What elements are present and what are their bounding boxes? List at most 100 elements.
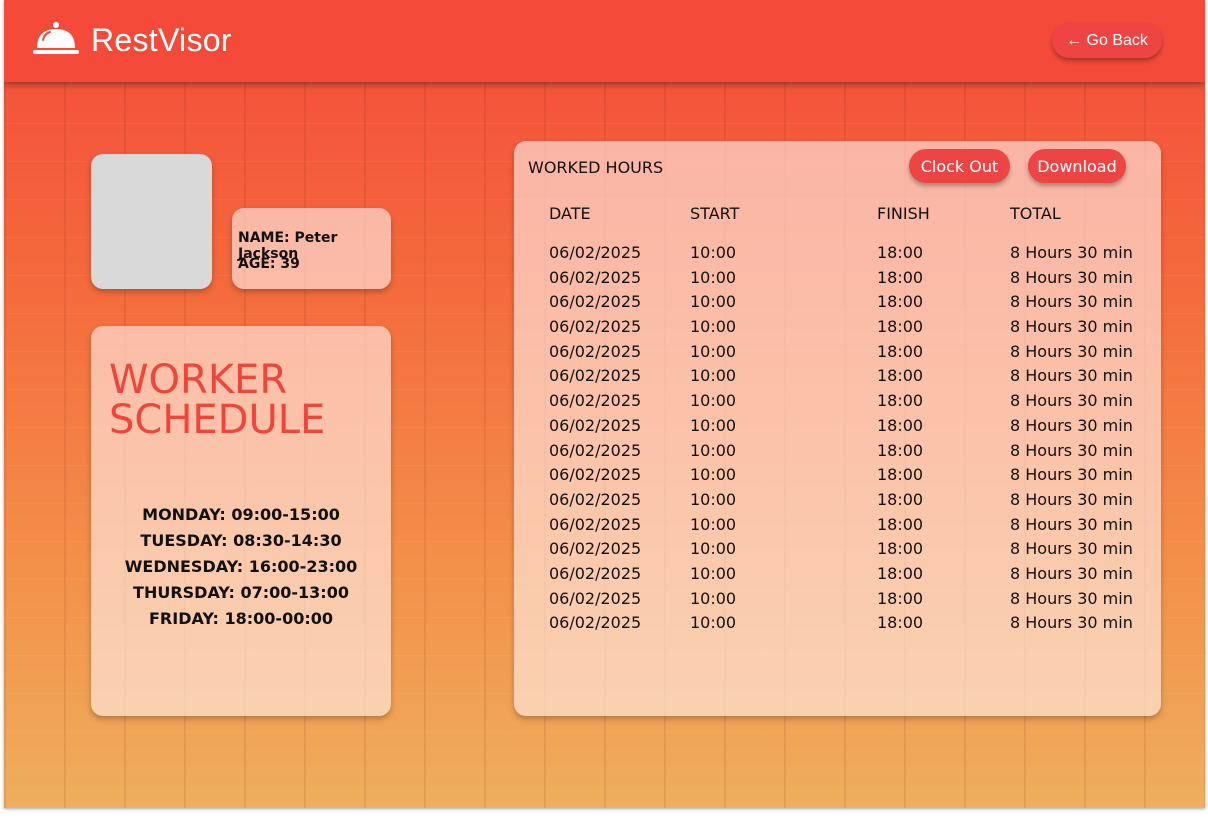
cell-date: 06/02/2025 xyxy=(549,317,642,337)
cell-date: 06/02/2025 xyxy=(549,243,642,262)
worker-age: AGE: 39 xyxy=(238,256,300,272)
cell-total: 8 Hours 30 min xyxy=(1010,391,1133,411)
cell-date: 06/02/2025 xyxy=(549,563,642,583)
cell-finish: 18:00 xyxy=(877,415,924,435)
app-frame: RestVisor ← Go Back NAME: Peter Jackson … xyxy=(4,0,1205,808)
go-back-button[interactable]: ← Go Back xyxy=(1052,23,1162,58)
avatar xyxy=(91,154,212,289)
cell-total: 8 Hours 30 min xyxy=(1010,292,1133,312)
column-header-finish: FINISH xyxy=(877,204,930,223)
cell-finish: 18:00 xyxy=(877,588,924,608)
cell-start: 10:00 xyxy=(690,391,737,411)
table-row: 06/02/2025 10:00 18:00 8 Hours 30 min xyxy=(514,490,1161,515)
table-row: 06/02/2025 10:00 18:00 8 Hours 30 min xyxy=(514,292,1161,317)
worked-hours-title: WORKED HOURS xyxy=(528,158,664,177)
cell-date: 06/02/2025 xyxy=(549,613,642,633)
cell-finish: 18:00 xyxy=(877,366,924,386)
cell-finish: 18:00 xyxy=(877,317,924,337)
cell-start: 10:00 xyxy=(690,267,737,287)
cell-date: 06/02/2025 xyxy=(549,539,642,559)
table-row: 06/02/2025 10:00 18:00 8 Hours 30 min xyxy=(514,268,1161,293)
cell-total: 8 Hours 30 min xyxy=(1010,341,1133,361)
cell-total: 8 Hours 30 min xyxy=(1010,415,1133,435)
cell-finish: 18:00 xyxy=(877,243,924,262)
cell-start: 10:00 xyxy=(690,489,737,509)
cell-start: 10:00 xyxy=(690,366,737,386)
cell-total: 8 Hours 30 min xyxy=(1010,613,1133,633)
table-row: 06/02/2025 10:00 18:00 8 Hours 30 min xyxy=(514,465,1161,490)
cell-finish: 18:00 xyxy=(877,267,924,287)
schedule-item: TUESDAY: 08:30-14:30 xyxy=(140,531,342,550)
cell-total: 8 Hours 30 min xyxy=(1010,539,1133,559)
cell-finish: 18:00 xyxy=(877,613,924,633)
cell-start: 10:00 xyxy=(690,588,737,608)
table-row: 06/02/2025 10:00 18:00 8 Hours 30 min xyxy=(514,416,1161,441)
cell-total: 8 Hours 30 min xyxy=(1010,489,1133,509)
cell-date: 06/02/2025 xyxy=(549,292,642,312)
schedule-item: WEDNESDAY: 16:00-23:00 xyxy=(124,557,358,576)
schedule-title: WORKER SCHEDULE xyxy=(109,360,369,440)
cell-date: 06/02/2025 xyxy=(549,489,642,509)
table-row: 06/02/2025 10:00 18:00 8 Hours 30 min xyxy=(514,539,1161,564)
cloche-icon xyxy=(33,22,79,54)
cell-start: 10:00 xyxy=(690,514,737,534)
table-row: 06/02/2025 10:00 18:00 8 Hours 30 min xyxy=(514,391,1161,416)
worker-schedule-card: WORKER SCHEDULE MONDAY: 09:00-15:00 TUES… xyxy=(91,326,391,716)
cell-start: 10:00 xyxy=(690,539,737,559)
download-button[interactable]: Download xyxy=(1028,149,1126,183)
cell-finish: 18:00 xyxy=(877,489,924,509)
table-row: 06/02/2025 10:00 18:00 8 Hours 30 min xyxy=(514,317,1161,342)
table-row: 06/02/2025 10:00 18:00 8 Hours 30 min xyxy=(514,366,1161,391)
top-header: RestVisor ← Go Back xyxy=(4,0,1205,82)
cell-start: 10:00 xyxy=(690,613,737,633)
cell-total: 8 Hours 30 min xyxy=(1010,366,1133,386)
cell-finish: 18:00 xyxy=(877,514,924,534)
worked-hours-card: WORKED HOURS Clock Out Download DATE STA… xyxy=(514,141,1161,716)
cell-date: 06/02/2025 xyxy=(549,391,642,411)
cell-date: 06/02/2025 xyxy=(549,465,642,485)
schedule-list: MONDAY: 09:00-15:00 TUESDAY: 08:30-14:30… xyxy=(91,502,391,632)
app-brand: RestVisor xyxy=(91,22,232,58)
table-row: 06/02/2025 10:00 18:00 8 Hours 30 min xyxy=(514,515,1161,540)
table-row: 06/02/2025 10:00 18:00 8 Hours 30 min xyxy=(514,613,1161,638)
cell-date: 06/02/2025 xyxy=(549,588,642,608)
clock-out-button[interactable]: Clock Out xyxy=(909,149,1010,183)
cell-start: 10:00 xyxy=(690,465,737,485)
cell-finish: 18:00 xyxy=(877,391,924,411)
cell-start: 10:00 xyxy=(690,317,737,337)
cell-date: 06/02/2025 xyxy=(549,366,642,386)
cell-finish: 18:00 xyxy=(877,563,924,583)
table-row: 06/02/2025 10:00 18:00 8 Hours 30 min xyxy=(514,564,1161,589)
schedule-title-line-1: WORKER xyxy=(109,357,288,403)
table-row: 06/02/2025 10:00 18:00 8 Hours 30 min xyxy=(514,441,1161,466)
table-row: 06/02/2025 10:00 18:00 8 Hours 30 min xyxy=(514,342,1161,367)
cell-start: 10:00 xyxy=(690,243,737,262)
table-row: 06/02/2025 10:00 18:00 8 Hours 30 min xyxy=(514,589,1161,614)
cell-total: 8 Hours 30 min xyxy=(1010,465,1133,485)
cell-total: 8 Hours 30 min xyxy=(1010,440,1133,460)
cell-finish: 18:00 xyxy=(877,539,924,559)
cell-finish: 18:00 xyxy=(877,440,924,460)
column-header-date: DATE xyxy=(549,204,591,223)
table-row: 06/02/2025 10:00 18:00 8 Hours 30 min xyxy=(514,243,1161,268)
cell-date: 06/02/2025 xyxy=(549,341,642,361)
cell-total: 8 Hours 30 min xyxy=(1010,267,1133,287)
schedule-title-line-2: SCHEDULE xyxy=(109,397,326,443)
cell-finish: 18:00 xyxy=(877,465,924,485)
cell-start: 10:00 xyxy=(690,415,737,435)
cell-start: 10:00 xyxy=(690,292,737,312)
cell-start: 10:00 xyxy=(690,440,737,460)
cell-start: 10:00 xyxy=(690,563,737,583)
cell-total: 8 Hours 30 min xyxy=(1010,243,1133,262)
cell-finish: 18:00 xyxy=(877,341,924,361)
cell-total: 8 Hours 30 min xyxy=(1010,514,1133,534)
cell-date: 06/02/2025 xyxy=(549,415,642,435)
cell-date: 06/02/2025 xyxy=(549,267,642,287)
cell-total: 8 Hours 30 min xyxy=(1010,317,1133,337)
worked-hours-table: 06/02/2025 10:00 18:00 8 Hours 30 min 06/02/… xyxy=(514,243,1161,638)
cell-total: 8 Hours 30 min xyxy=(1010,563,1133,583)
schedule-item: MONDAY: 09:00-15:00 xyxy=(142,505,340,524)
cell-date: 06/02/2025 xyxy=(549,440,642,460)
column-header-start: START xyxy=(690,204,740,223)
cell-finish: 18:00 xyxy=(877,292,924,312)
